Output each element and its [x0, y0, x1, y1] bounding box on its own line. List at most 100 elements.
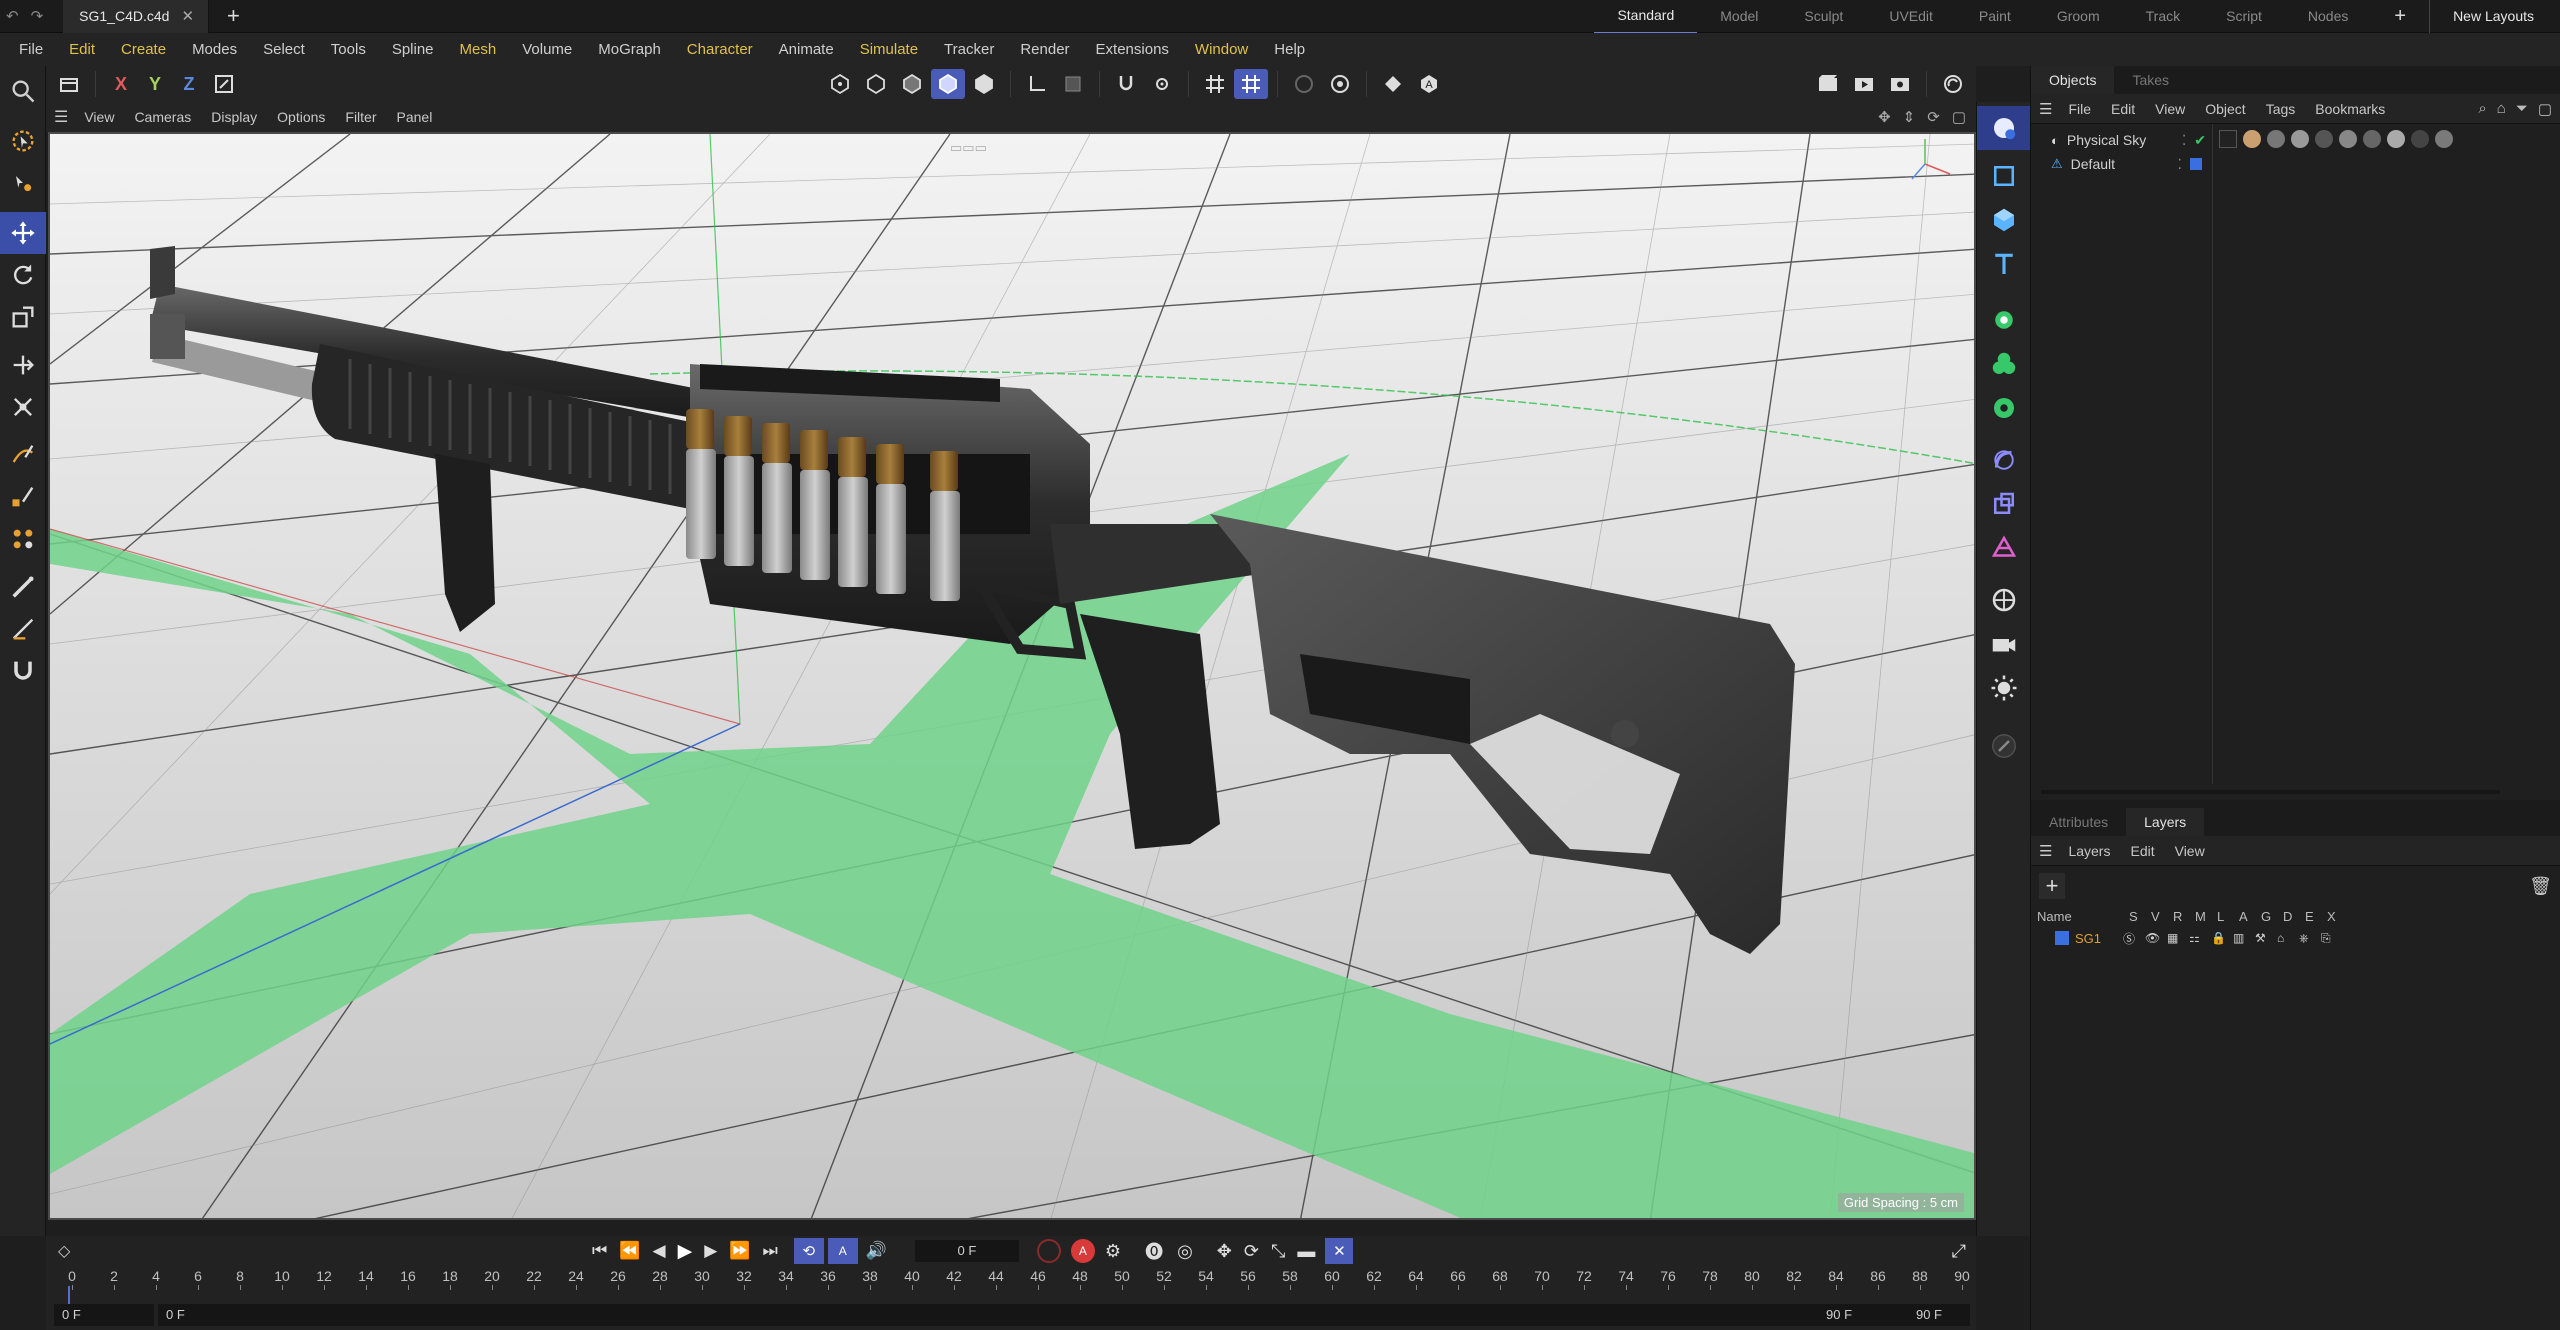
- text-icon[interactable]: [1977, 242, 2031, 286]
- timeline-ruler[interactable]: 0 2 4 6 8 10 12 14 16 18 20 22 24 26 28 30 32 34 36 38 40 42 4…: [46, 1268, 1976, 1290]
- scale-key-icon[interactable]: ⤡: [1271, 1241, 1285, 1262]
- render-region-icon[interactable]: [1376, 69, 1410, 99]
- field-icon[interactable]: [1977, 482, 2031, 526]
- layers-menu-view[interactable]: View: [2165, 843, 2215, 859]
- material-tag-icon[interactable]: [2291, 130, 2309, 148]
- spline-generator-icon[interactable]: [1977, 526, 2031, 570]
- material-tag-icon[interactable]: [2243, 130, 2261, 148]
- deformer-icon[interactable]: ⌂: [2277, 931, 2299, 945]
- pla-key-icon[interactable]: ✕: [1325, 1238, 1354, 1264]
- document-tab[interactable]: SG1_C4D.c4d ✕: [63, 0, 210, 33]
- material-pen-icon[interactable]: [1977, 724, 2031, 768]
- menu-mograph[interactable]: MoGraph: [585, 33, 674, 66]
- move-icon[interactable]: [0, 212, 46, 254]
- visibility-dots-icon[interactable]: ⁚: [2182, 132, 2186, 149]
- xref-icon[interactable]: ⎘: [2321, 931, 2343, 946]
- generator-icon[interactable]: ⚒: [2255, 931, 2277, 945]
- next-frame-icon[interactable]: ▶: [704, 1241, 717, 1261]
- sound-icon[interactable]: 🔊: [866, 1241, 887, 1261]
- menu-mesh[interactable]: Mesh: [447, 33, 510, 66]
- render-settings-icon[interactable]: [1883, 69, 1917, 99]
- tab-attributes[interactable]: Attributes: [2031, 808, 2126, 836]
- move-key-icon[interactable]: ✥: [1217, 1241, 1232, 1262]
- objects-scrollbar[interactable]: [2041, 790, 2500, 794]
- hamburger-icon[interactable]: ☰: [54, 107, 68, 127]
- solo-icon[interactable]: Ⓢ: [2123, 930, 2145, 947]
- render-view-icon[interactable]: [1811, 69, 1845, 99]
- new-window-icon[interactable]: ▢: [2538, 100, 2552, 118]
- material-tag-icon[interactable]: [2267, 130, 2285, 148]
- y-axis-lock-icon[interactable]: Y: [138, 74, 172, 95]
- manager-icon[interactable]: ⚏: [2189, 931, 2211, 945]
- edges-mode-icon[interactable]: [895, 69, 929, 99]
- deformer-icon[interactable]: [1977, 438, 2031, 482]
- object-row-default[interactable]: ⚠ Default ⁚: [2031, 152, 2212, 176]
- layout-tab-script[interactable]: Script: [2203, 0, 2285, 33]
- menu-volume[interactable]: Volume: [509, 33, 585, 66]
- menu-select[interactable]: Select: [250, 33, 318, 66]
- sketch-icon[interactable]: [0, 476, 46, 518]
- objects-menu-file[interactable]: File: [2058, 101, 2101, 117]
- knife-icon[interactable]: [0, 608, 46, 650]
- menu-modes[interactable]: Modes: [179, 33, 250, 66]
- menu-extensions[interactable]: Extensions: [1083, 33, 1182, 66]
- play-icon[interactable]: ▶: [678, 1240, 693, 1263]
- grid-icon[interactable]: [1198, 69, 1232, 99]
- camera-icon[interactable]: [1977, 622, 2031, 666]
- viewport-menu-filter[interactable]: Filter: [335, 109, 386, 125]
- record-settings-icon[interactable]: ⚙: [1105, 1241, 1121, 1262]
- go-to-start-icon[interactable]: ⏮: [592, 1241, 607, 1261]
- objects-menu-edit[interactable]: Edit: [2101, 101, 2145, 117]
- viewport-menu-cameras[interactable]: Cameras: [124, 109, 201, 125]
- menu-window[interactable]: Window: [1182, 33, 1261, 66]
- layers-menu-edit[interactable]: Edit: [2120, 843, 2164, 859]
- close-icon[interactable]: ✕: [181, 7, 194, 25]
- layer-row[interactable]: SG1 Ⓢ 👁 ▦ ⚏ 🔒 ▥ ⚒ ⌂ ⎈ ⎘: [2031, 926, 2560, 950]
- redshift-icon[interactable]: [1936, 69, 1970, 99]
- menu-edit[interactable]: Edit: [56, 33, 108, 66]
- menu-simulate[interactable]: Simulate: [847, 33, 931, 66]
- material-tag-icon[interactable]: [2387, 130, 2405, 148]
- pen-spline-icon[interactable]: [0, 434, 46, 476]
- layout-tab-model[interactable]: Model: [1697, 0, 1781, 33]
- 3d-viewport[interactable]: ▭▭▭ Grid Spacing: 5 cm: [48, 132, 1976, 1220]
- menu-tools[interactable]: Tools: [318, 33, 379, 66]
- material-tag-icon[interactable]: [2315, 130, 2333, 148]
- snap-settings-icon[interactable]: [1145, 69, 1179, 99]
- home-icon[interactable]: ⌂: [2497, 100, 2506, 117]
- previous-key-icon[interactable]: ⏪: [619, 1241, 640, 1261]
- menu-render[interactable]: Render: [1007, 33, 1082, 66]
- viewport-menu-view[interactable]: View: [74, 109, 124, 125]
- symmetry-icon[interactable]: [1287, 69, 1321, 99]
- viewport-menu-panel[interactable]: Panel: [387, 109, 443, 125]
- layout-tab-groom[interactable]: Groom: [2034, 0, 2123, 33]
- search-icon[interactable]: [0, 70, 46, 112]
- next-key-icon[interactable]: ⏩: [729, 1241, 750, 1261]
- range-end-field[interactable]: 90 F: [1826, 1304, 1852, 1326]
- play-mode-icon[interactable]: A: [827, 1238, 858, 1264]
- range-start-field[interactable]: 0 F: [158, 1304, 1898, 1326]
- maximize-view-icon[interactable]: ▢: [1952, 108, 1966, 126]
- objects-menu-tags[interactable]: Tags: [2256, 101, 2306, 117]
- points-icon[interactable]: [0, 518, 46, 560]
- snap-icon[interactable]: [1109, 69, 1143, 99]
- search-icon[interactable]: ⌕: [2478, 100, 2486, 117]
- visible-icon[interactable]: 👁: [2145, 931, 2167, 945]
- zoom-icon[interactable]: ⇕: [1903, 108, 1916, 126]
- menu-tracker[interactable]: Tracker: [931, 33, 1007, 66]
- uv-mode-icon[interactable]: [967, 69, 1001, 99]
- filter-icon[interactable]: ⏷: [2516, 100, 2528, 117]
- objects-menu-view[interactable]: View: [2145, 101, 2195, 117]
- soft-selection-icon[interactable]: [1323, 69, 1357, 99]
- menu-help[interactable]: Help: [1261, 33, 1318, 66]
- brush-icon[interactable]: [0, 566, 46, 608]
- cube-icon[interactable]: [1977, 198, 2031, 242]
- material-tag-icon[interactable]: [2339, 130, 2357, 148]
- tag-selector-icon[interactable]: [1977, 106, 2031, 150]
- add-layout-icon[interactable]: +: [2371, 0, 2429, 33]
- tab-layers[interactable]: Layers: [2126, 808, 2205, 836]
- menu-animate[interactable]: Animate: [766, 33, 847, 66]
- axis-mode-icon[interactable]: [1020, 69, 1054, 99]
- layout-tab-sculpt[interactable]: Sculpt: [1781, 0, 1866, 33]
- environment-icon[interactable]: [1977, 578, 2031, 622]
